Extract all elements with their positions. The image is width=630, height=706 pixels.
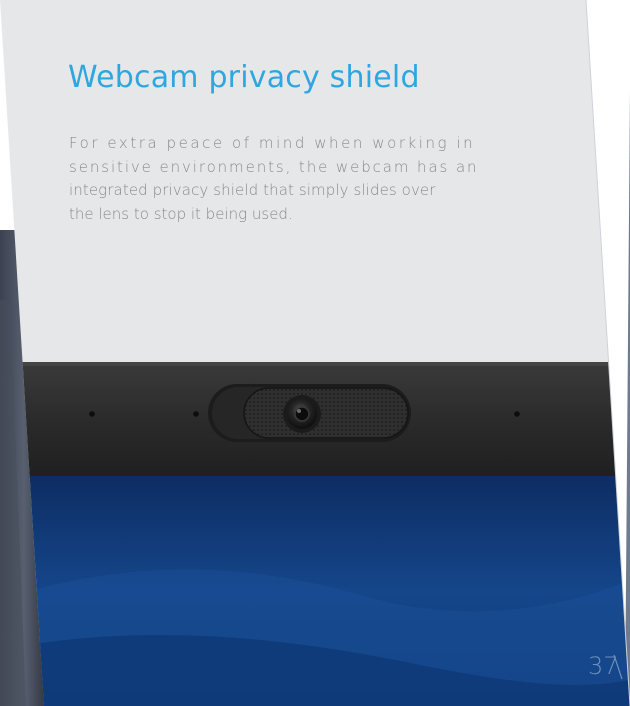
sensor-dot-mid [193,411,199,417]
body-line: the lens to stop it being used. [69,204,293,223]
body-line: sensitive environments, the webcam has a… [69,157,479,176]
page-background-illustration [0,0,630,706]
right-edge-strip [625,90,630,706]
body-paragraph: For extra peace of mind when working in … [69,132,549,226]
body-line: For extra peace of mind when working in [69,134,476,152]
webcam-lens-icon [283,395,321,433]
page-title: Webcam privacy shield [68,60,420,95]
brochure-page: Webcam privacy shield For extra peace of… [0,0,630,706]
sensor-dot-left [89,411,95,417]
page-number: 37 [588,652,619,680]
body-line: integrated privacy shield that simply sl… [69,181,436,199]
sensor-dot-right [514,411,520,417]
